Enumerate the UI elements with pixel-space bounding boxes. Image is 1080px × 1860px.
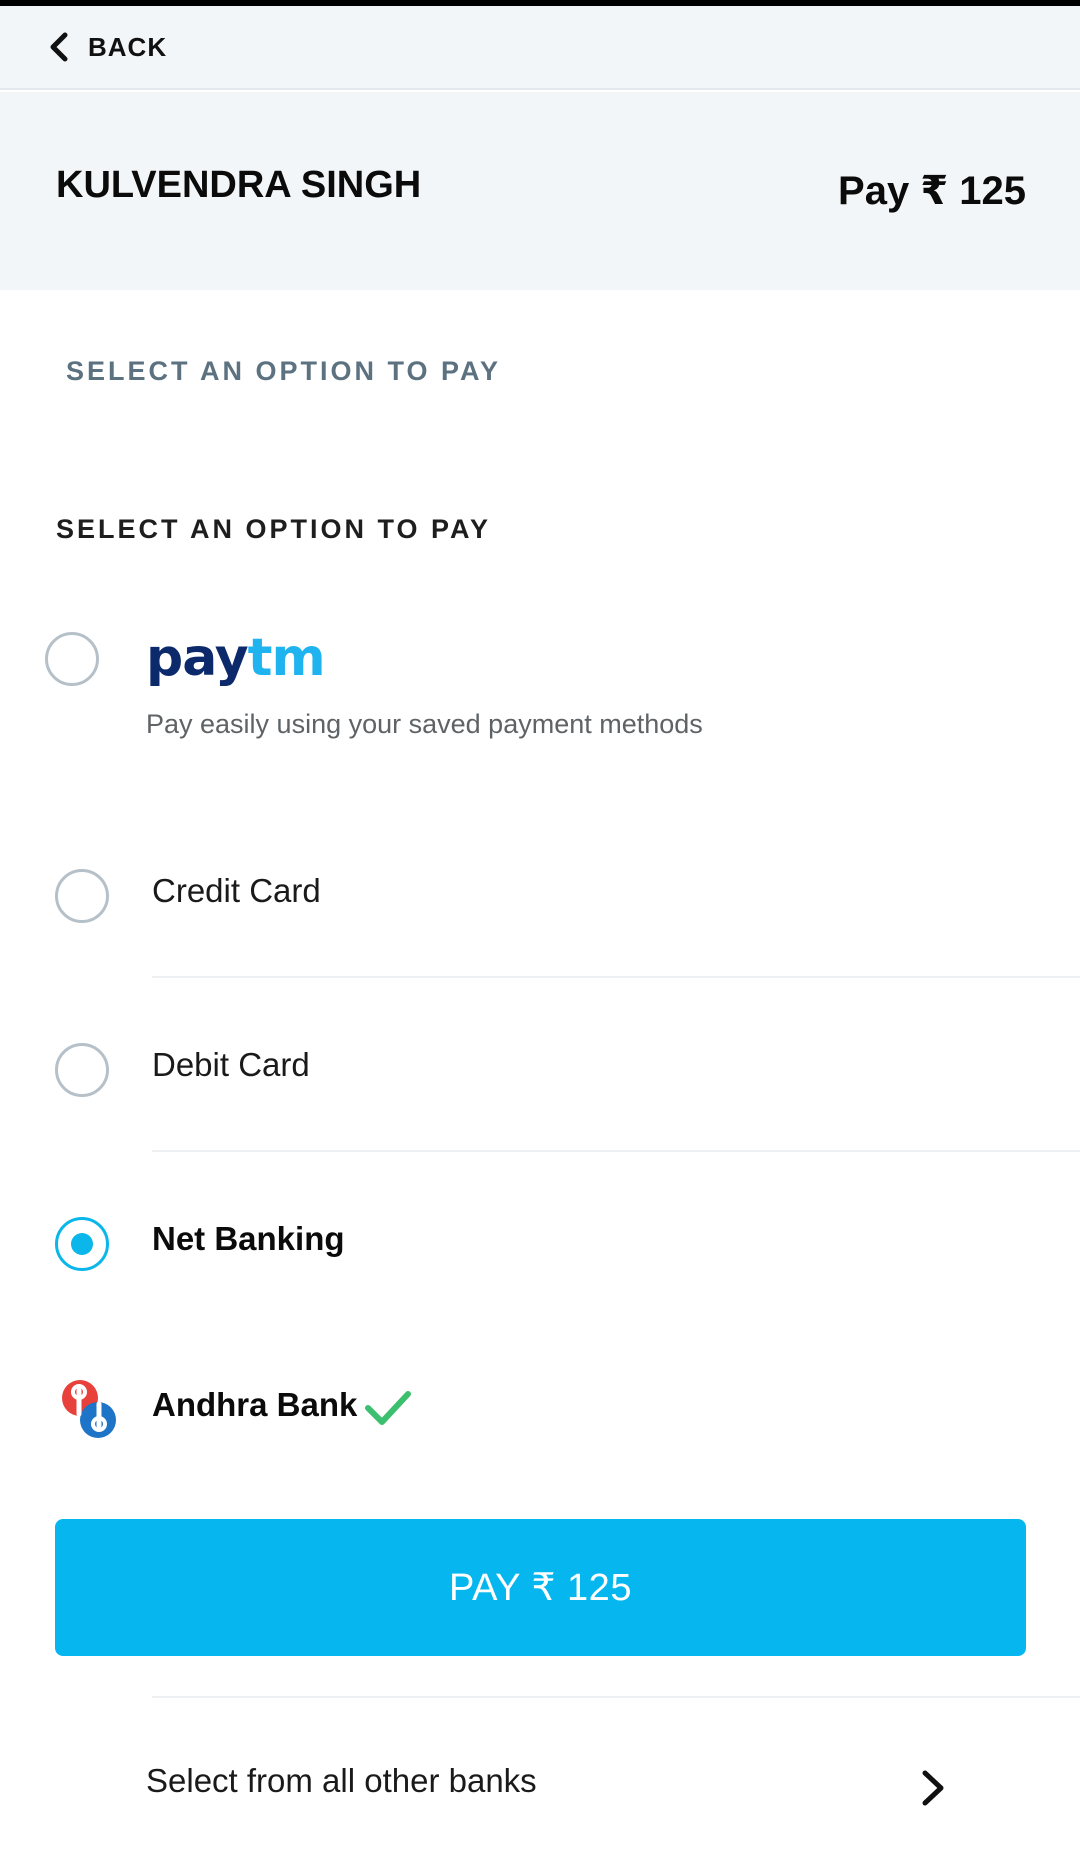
paytm-logo[interactable]: paytm	[146, 632, 326, 684]
bank-name[interactable]: Andhra Bank	[152, 1386, 357, 1424]
section-heading-secondary: SELECT AN OPTION TO PAY	[56, 514, 492, 544]
pay-button[interactable]: PAY ₹ 125	[55, 1519, 1026, 1656]
divider	[152, 1150, 1080, 1152]
credit-card-radio[interactable]	[55, 869, 109, 923]
paytm-logo-tm: tm	[247, 628, 326, 688]
net-banking-radio[interactable]	[55, 1217, 109, 1271]
andhra-bank-logo	[62, 1380, 116, 1438]
net-banking-option[interactable]: Net Banking	[152, 1220, 345, 1258]
divider	[152, 1696, 1080, 1698]
chevron-right-icon[interactable]	[918, 1768, 948, 1808]
paytm-radio[interactable]	[45, 632, 99, 686]
chevron-left-icon[interactable]	[48, 27, 76, 67]
back-button[interactable]: BACK	[88, 32, 167, 63]
header-pay-amount: Pay ₹ 125	[838, 169, 1026, 213]
back-bar[interactable]: BACK	[0, 6, 1080, 90]
debit-card-option[interactable]: Debit Card	[152, 1046, 310, 1084]
other-banks-label[interactable]: Select from all other banks	[146, 1762, 537, 1800]
credit-card-option[interactable]: Credit Card	[152, 872, 321, 910]
paytm-description: Pay easily using your saved payment meth…	[146, 709, 703, 739]
divider	[152, 976, 1080, 978]
paytm-logo-pay: pay	[146, 628, 249, 688]
checkmark-icon	[365, 1391, 411, 1425]
section-heading-primary: SELECT AN OPTION TO PAY	[66, 356, 502, 386]
select-other-banks-row[interactable]: Select from all other banks	[0, 1710, 1080, 1860]
payment-header: KULVENDRA SINGH Pay ₹ 125	[0, 92, 1080, 290]
merchant-name: KULVENDRA SINGH	[56, 164, 422, 206]
debit-card-radio[interactable]	[55, 1043, 109, 1097]
